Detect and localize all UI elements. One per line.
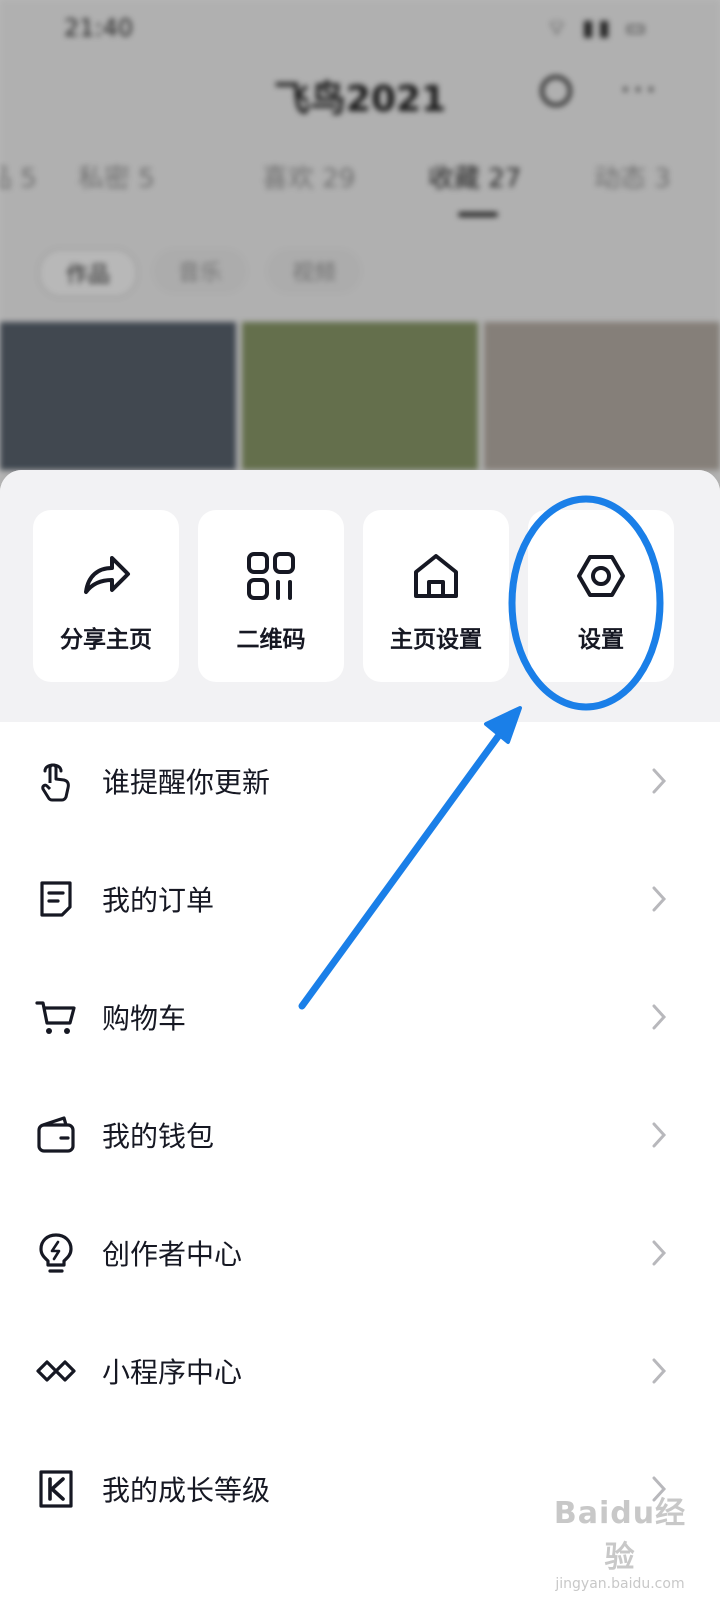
chevron-right-icon (652, 886, 667, 912)
mini-program-icon (36, 1360, 76, 1382)
chevron-right-icon (652, 1122, 667, 1148)
menu-item-label: 我的成长等级 (102, 1474, 271, 1507)
growth-level-icon (39, 1470, 73, 1508)
qr-code-button[interactable]: 二维码 (198, 510, 344, 682)
menu-item-shopping-cart[interactable]: 购物车 (0, 958, 720, 1076)
menu-item-update-reminder[interactable]: 谁提醒你更新 (0, 722, 720, 840)
chevron-right-icon (652, 768, 667, 794)
watermark-logo: Baidu经验 (553, 1496, 687, 1575)
lightbulb-icon (39, 1233, 73, 1273)
menu-item-label: 我的订单 (102, 884, 215, 917)
menu-item-creator-center[interactable]: 创作者中心 (0, 1194, 720, 1312)
profile-settings-label: 主页设置 (390, 627, 482, 653)
home-icon (414, 554, 458, 598)
watermark: Baidu经验 jingyan.baidu.com (540, 1488, 700, 1592)
profile-settings-button[interactable]: 主页设置 (363, 510, 509, 682)
settings-icon (577, 555, 625, 597)
chevron-right-icon (652, 1358, 667, 1384)
menu-item-label: 谁提醒你更新 (102, 766, 271, 799)
chevron-right-icon (652, 1004, 667, 1030)
quick-actions: 分享主页 二维码 主页设置 设置 (0, 470, 720, 722)
menu-item-label: 我的钱包 (102, 1120, 215, 1153)
settings-button[interactable]: 设置 (528, 510, 674, 682)
menu-item-label: 购物车 (102, 1002, 187, 1035)
chevron-right-icon (652, 1240, 667, 1266)
menu-item-mini-program-center[interactable]: 小程序中心 (0, 1312, 720, 1430)
wallet-icon (37, 1116, 75, 1153)
menu-item-my-orders[interactable]: 我的订单 (0, 840, 720, 958)
watermark-url: jingyan.baidu.com (555, 1576, 685, 1592)
menu-item-label: 创作者中心 (102, 1238, 243, 1271)
finger-tap-icon (41, 763, 70, 802)
qr-code-label: 二维码 (236, 627, 306, 653)
menu-item-my-wallet[interactable]: 我的钱包 (0, 1076, 720, 1194)
order-icon (40, 881, 72, 917)
shopping-cart-icon (35, 1001, 76, 1034)
qr-code-icon (247, 552, 295, 600)
more-menu-sheet: 分享主页 二维码 主页设置 设置 谁提醒你更新 我的订单 购物车 我的钱包 创作… (0, 470, 720, 1600)
share-icon (84, 556, 130, 594)
share-profile-button[interactable]: 分享主页 (33, 510, 179, 682)
menu-item-label: 小程序中心 (102, 1356, 243, 1389)
share-profile-label: 分享主页 (60, 627, 152, 653)
menu-list: 谁提醒你更新 我的订单 购物车 我的钱包 创作者中心 小程序中心 我的成长等级 (0, 722, 720, 1548)
settings-label: 设置 (578, 627, 624, 653)
